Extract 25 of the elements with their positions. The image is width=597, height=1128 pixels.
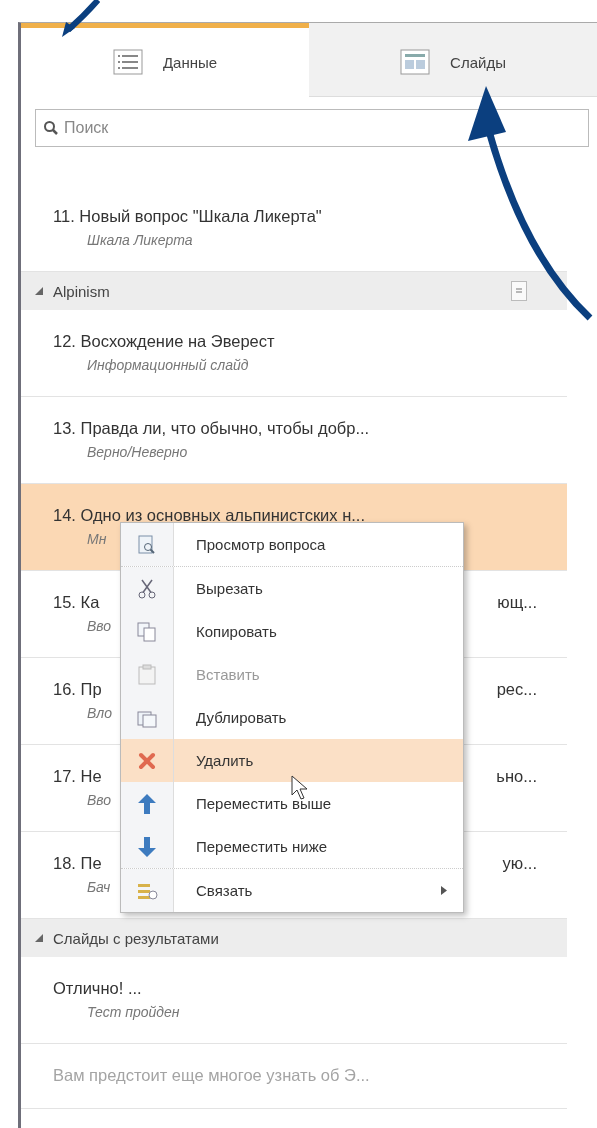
question-title: 18. Пе [53, 854, 102, 873]
question-type: Вво [87, 618, 112, 634]
question-title-end: ую... [502, 854, 537, 873]
question-type: Бач [87, 879, 111, 895]
question-title: 17. Не [53, 767, 102, 786]
question-title: 16. Пр [53, 680, 102, 699]
question-title: Вам предстоит еще многое узнать об Э... [53, 1066, 370, 1085]
group-title: Alpinism [53, 282, 111, 300]
group-title: Слайды с результатами [53, 929, 220, 947]
question-type: Тест пройден [87, 1004, 180, 1020]
question-type: Верно/Неверно [87, 444, 188, 460]
question-title-end: ющ... [497, 593, 537, 612]
question-type: Вво [87, 792, 112, 808]
question-title: 14. Одно из основных альпинистских н... [53, 506, 366, 525]
question-type: Мн [87, 531, 107, 547]
question-title: 15. Ка [53, 593, 100, 612]
question-title-end: ьно... [496, 767, 537, 786]
question-title: 12. Восхождение на Эверест [53, 332, 275, 351]
question-type: Вло [87, 705, 113, 721]
question-title: Отлично! ... [53, 979, 142, 998]
question-title: 13. Правда ли, что обычно, чтобы добр... [53, 419, 370, 438]
question-title: 11. Новый вопрос "Шкала Ликерта" [53, 207, 322, 226]
question-title-end: рес... [496, 680, 537, 699]
question-type: Шкала Ликерта [87, 232, 193, 248]
question-type: Информационный слайд [87, 357, 249, 373]
